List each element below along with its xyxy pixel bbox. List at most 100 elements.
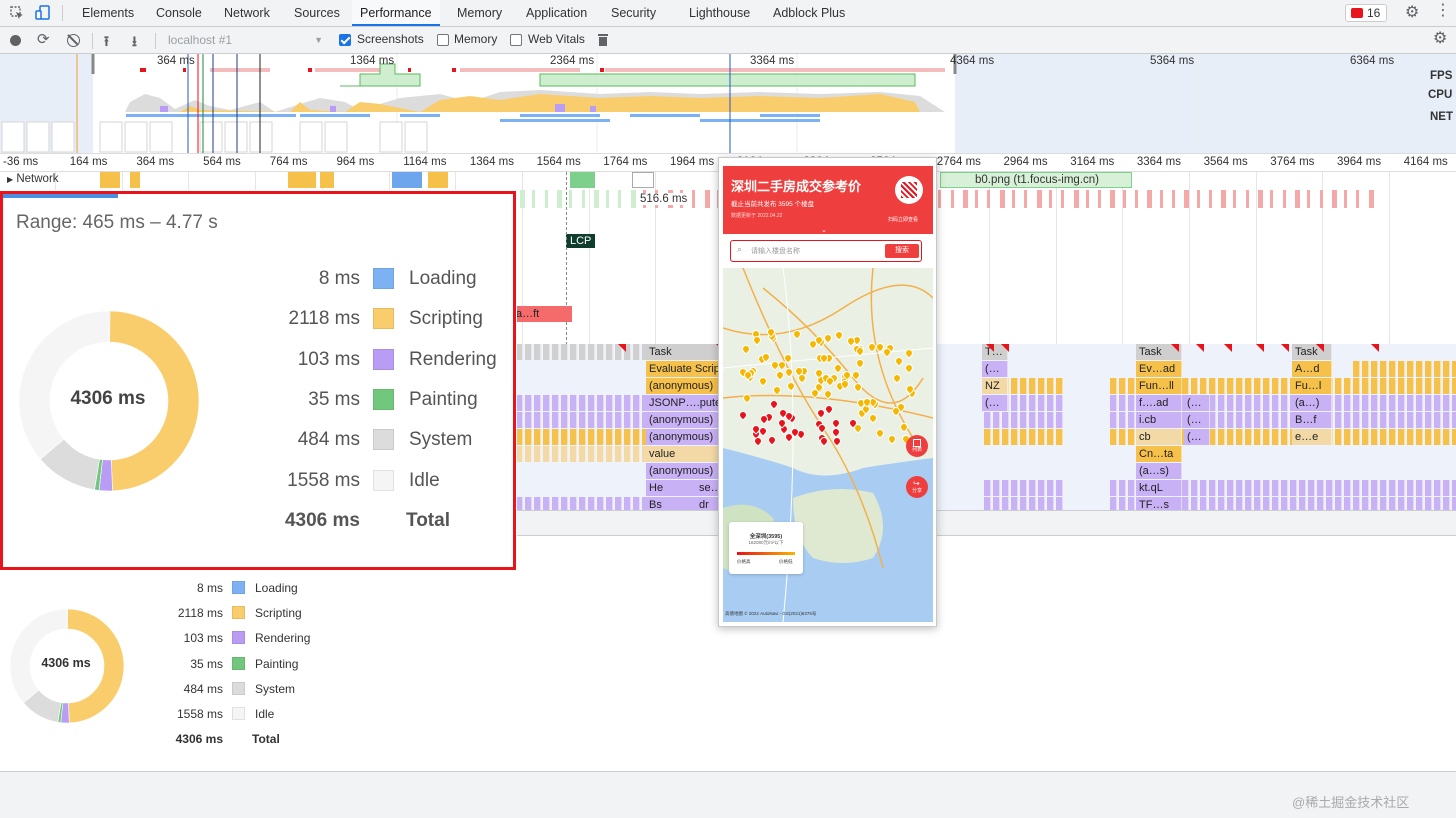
flame-slice[interactable]: [606, 497, 613, 510]
frame-bar[interactable]: [1061, 190, 1065, 208]
flame-slice[interactable]: [1353, 395, 1360, 411]
flame-slice[interactable]: [552, 412, 559, 428]
tab-network[interactable]: Network: [222, 0, 272, 26]
frame-bar[interactable]: [569, 190, 573, 208]
network-request-bar[interactable]: [130, 172, 140, 188]
flame-slice[interactable]: [615, 429, 622, 445]
flame-slice[interactable]: [1326, 480, 1333, 496]
frame-bar[interactable]: [1356, 190, 1360, 208]
flame-slice[interactable]: [1434, 378, 1441, 394]
flame-slice[interactable]: [552, 446, 559, 462]
flame-slice[interactable]: [1236, 480, 1243, 496]
flame-slice[interactable]: [516, 446, 523, 462]
flame-slice[interactable]: [1380, 378, 1387, 394]
frame-bar[interactable]: [556, 190, 562, 208]
flame-slice[interactable]: [1002, 480, 1009, 496]
flame-slice[interactable]: [615, 497, 622, 510]
flame-slice[interactable]: [1362, 429, 1369, 445]
flame-slice[interactable]: [1425, 395, 1432, 411]
frame-bar[interactable]: [1110, 190, 1116, 208]
flame-slice[interactable]: [1254, 395, 1261, 411]
frame-bar[interactable]: [999, 190, 1005, 208]
flame-slice[interactable]: [525, 497, 532, 510]
search-input[interactable]: 请输入楼盘名称: [751, 246, 800, 256]
flame-slice[interactable]: [624, 412, 631, 428]
flame-slice[interactable]: [1281, 480, 1288, 496]
flame-slice[interactable]: [1398, 412, 1405, 428]
flame-slice[interactable]: [624, 395, 631, 411]
flame-slice[interactable]: [1407, 412, 1414, 428]
search-button[interactable]: 搜索: [885, 244, 919, 258]
flame-slice[interactable]: [1452, 412, 1456, 428]
frame-bar[interactable]: [1012, 190, 1015, 208]
flame-slice[interactable]: [579, 429, 586, 445]
flame-slice[interactable]: [1218, 395, 1225, 411]
network-track-header[interactable]: ▶ Network: [7, 173, 59, 185]
flame-slice[interactable]: [1119, 412, 1126, 428]
flame-slice[interactable]: [1407, 497, 1414, 510]
flame-slice[interactable]: [1380, 429, 1387, 445]
flame-slice[interactable]: [1416, 429, 1423, 445]
flame-slice[interactable]: [588, 446, 595, 462]
flame-slice[interactable]: [543, 429, 550, 445]
flame-slice[interactable]: [1452, 429, 1456, 445]
more-options-icon[interactable]: ⋮: [1435, 3, 1451, 19]
flame-slice[interactable]: [1353, 412, 1360, 428]
flame-slice[interactable]: [984, 480, 991, 496]
flame-slice[interactable]: [624, 497, 631, 510]
flame-slice[interactable]: [1020, 412, 1027, 428]
frame-bar[interactable]: [1233, 190, 1237, 208]
flame-slice[interactable]: [1281, 412, 1288, 428]
flame-slice[interactable]: [1407, 429, 1414, 445]
flame-entry[interactable]: TF…s: [1136, 497, 1182, 510]
flame-slice[interactable]: [1245, 497, 1252, 510]
flame-slice[interactable]: [1308, 497, 1315, 510]
network-request-bar[interactable]: [632, 172, 654, 188]
flame-slice[interactable]: [1380, 480, 1387, 496]
flame-slice[interactable]: [1425, 412, 1432, 428]
flame-slice[interactable]: [1398, 395, 1405, 411]
flame-slice[interactable]: [534, 497, 541, 510]
flame-slice[interactable]: [597, 497, 604, 510]
frame-bar[interactable]: [630, 190, 636, 208]
flame-slice[interactable]: [1191, 497, 1198, 510]
flame-slice[interactable]: [525, 446, 532, 462]
flame-slice[interactable]: [984, 497, 991, 510]
flame-slice[interactable]: [1236, 429, 1243, 445]
flame-slice[interactable]: [1425, 361, 1432, 377]
flame-entry[interactable]: Ev…ad: [1136, 361, 1182, 377]
flame-slice[interactable]: [1047, 395, 1054, 411]
flame-slice[interactable]: [1209, 480, 1216, 496]
frame-bar[interactable]: [1196, 190, 1200, 208]
timeline-overview[interactable]: 364 ms 1364 ms 2364 ms 3364 ms 4364 ms 5…: [0, 54, 1456, 154]
flame-slice[interactable]: [1011, 412, 1018, 428]
share-button[interactable]: ↪ 分享: [906, 476, 928, 498]
flame-entry[interactable]: Fun…ll: [1136, 378, 1182, 394]
flame-slice[interactable]: [552, 344, 559, 360]
flame-slice[interactable]: [1344, 378, 1351, 394]
flame-slice[interactable]: [534, 412, 541, 428]
flame-slice[interactable]: [1299, 497, 1306, 510]
flame-slice[interactable]: [1353, 361, 1360, 377]
flame-slice[interactable]: [552, 395, 559, 411]
flame-slice[interactable]: [1344, 480, 1351, 496]
flame-slice[interactable]: [1002, 412, 1009, 428]
flame-slice[interactable]: [1344, 429, 1351, 445]
flame-slice[interactable]: [1218, 429, 1225, 445]
flame-slice[interactable]: [1011, 497, 1018, 510]
flame-slice[interactable]: [525, 344, 532, 360]
main-thread-track[interactable]: Task Evaluate Script (anonymous) JSONP….put…: [516, 344, 1456, 510]
flame-entry[interactable]: (…: [982, 395, 1008, 411]
flame-slice[interactable]: [1407, 361, 1414, 377]
search-bar[interactable]: ⌕ 请输入楼盘名称 搜索: [730, 240, 922, 262]
frame-bar[interactable]: [938, 190, 942, 208]
flame-slice[interactable]: [1317, 480, 1324, 496]
tab-console[interactable]: Console: [154, 0, 204, 26]
flame-slice[interactable]: [1272, 429, 1279, 445]
flame-slice[interactable]: [1209, 497, 1216, 510]
flame-slice[interactable]: [1191, 480, 1198, 496]
flame-slice[interactable]: [1371, 395, 1378, 411]
download-icon[interactable]: ⭳: [132, 31, 137, 55]
flame-slice[interactable]: [1371, 361, 1378, 377]
flame-slice[interactable]: [1290, 480, 1297, 496]
